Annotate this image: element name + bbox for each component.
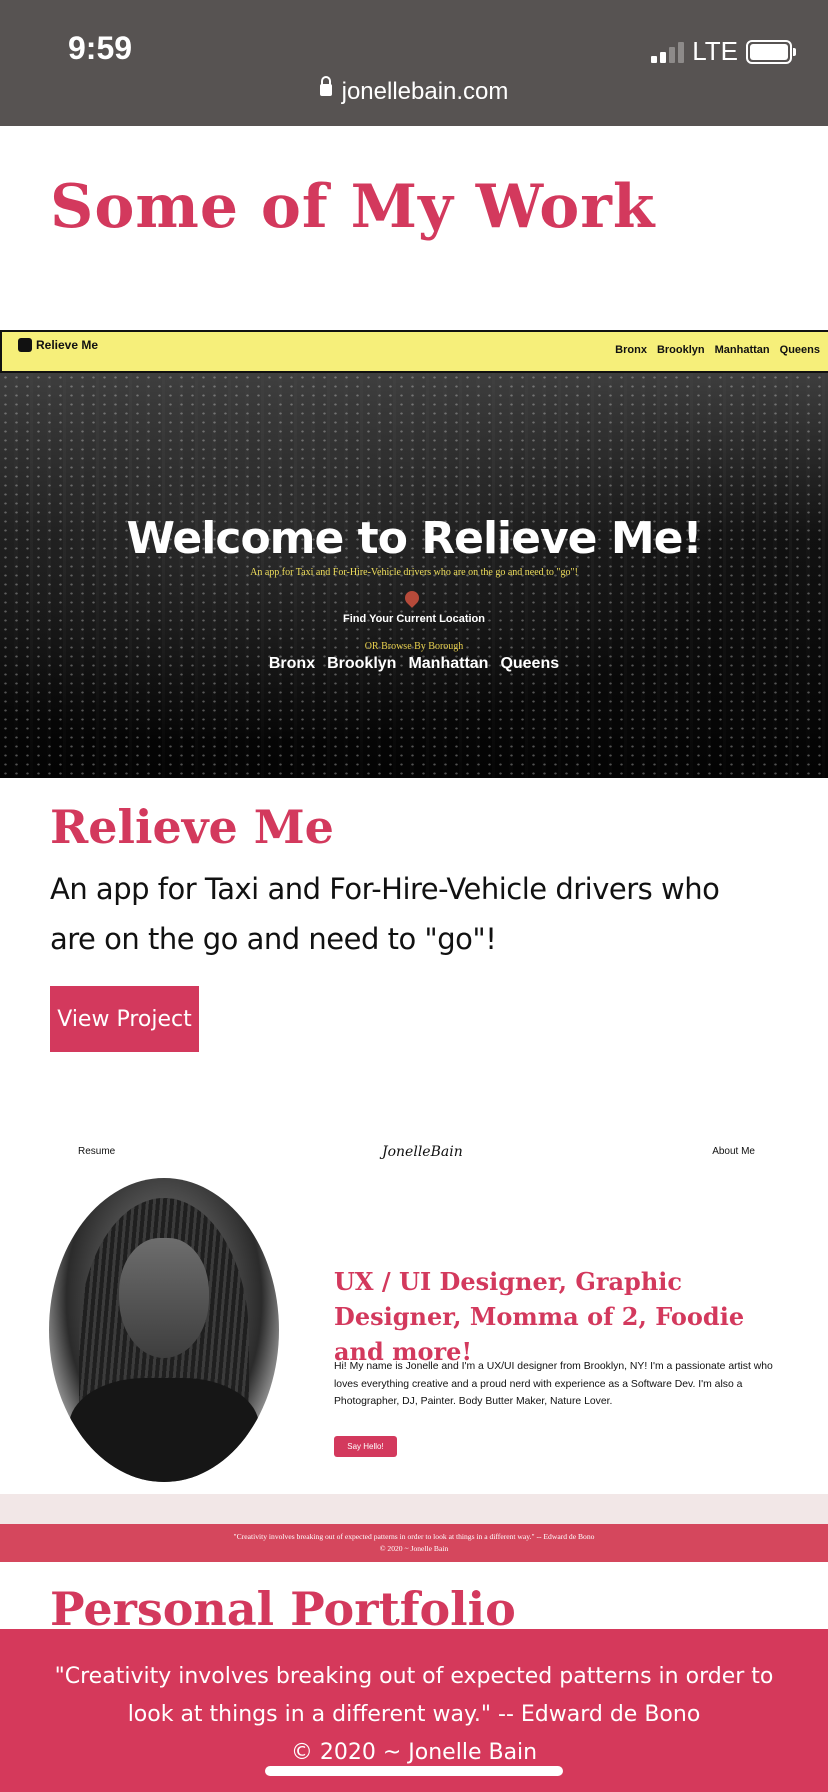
portfolio-heading: UX / UI Designer, Graphic Designer, Momm… <box>334 1267 745 1366</box>
nav-link-brooklyn: Brooklyn <box>656 344 705 356</box>
borough-bronx: Bronx <box>268 655 316 672</box>
lock-icon <box>319 75 332 96</box>
section-heading-portfolio: Personal Portfolio <box>50 1582 516 1636</box>
borough-manhattan: Manhattan <box>408 655 489 672</box>
relieve-me-nav-links: Bronx Brooklyn Manhattan Queens <box>615 344 820 356</box>
nav-link-manhattan: Manhattan <box>714 344 770 356</box>
portfolio-nav-resume: Resume <box>78 1146 116 1157</box>
nav-link-bronx: Bronx <box>615 344 647 356</box>
section-heading-work: Some of My Work <box>50 172 656 242</box>
battery-icon <box>746 39 796 64</box>
hero-subtitle: An app for Taxi and For-Hire-Vehicle dri… <box>250 567 578 578</box>
say-hello-button: Say Hello! <box>334 1436 397 1457</box>
portfolio-band <box>0 1494 828 1524</box>
nav-link-queens: Queens <box>779 344 820 356</box>
find-location-label: Find Your Current Location <box>343 613 485 625</box>
taxi-icon <box>18 338 32 352</box>
borough-brooklyn: Brooklyn <box>327 655 397 672</box>
footer-quote: "Creativity involves breaking out of exp… <box>54 1664 774 1727</box>
browse-label: OR Browse By Borough <box>364 641 464 652</box>
view-project-button[interactable]: View Project <box>50 986 199 1052</box>
portfolio-nav-about: About Me <box>712 1146 755 1157</box>
url-text: jonellebain.com <box>341 78 509 105</box>
browser-status-bar: 9:59 LTE jonellebain.com <box>0 0 828 126</box>
relieve-me-screenshot: Relieve Me Bronx Brooklyn Manhattan Quee… <box>0 330 828 778</box>
project-title: Relieve Me <box>50 800 334 854</box>
portfolio-footer-copyright: © 2020 ~ Jonelle Bain <box>379 1544 449 1553</box>
location-pin-icon <box>402 588 422 608</box>
project-description: An app for Taxi and For-Hire-Vehicle dri… <box>50 872 720 956</box>
portrait-photo <box>49 1178 279 1482</box>
portfolio-screenshot: Resume JonelleBain About Me UX / UI Desi… <box>0 1128 828 1562</box>
city-skyline-image: Welcome to Relieve Me! An app for Taxi a… <box>0 373 828 778</box>
portfolio-logo: JonelleBain <box>382 1144 463 1160</box>
network-type: LTE <box>692 36 738 66</box>
portfolio-footer: "Creativity involves breaking out of exp… <box>0 1524 828 1562</box>
borough-queens: Queens <box>500 655 560 672</box>
portfolio-bio: Hi! My name is Jonelle and I'm a UX/UI d… <box>334 1361 773 1407</box>
signal-icon <box>651 41 685 63</box>
clock: 9:59 <box>68 30 133 66</box>
home-indicator[interactable] <box>265 1766 563 1776</box>
portfolio-footer-quote: "Creativity involves breaking out of exp… <box>233 1532 595 1541</box>
relieve-me-navbar: Relieve Me Bronx Brooklyn Manhattan Quee… <box>0 330 828 373</box>
status-icons: LTE <box>651 36 796 67</box>
address-bar[interactable]: jonellebain.com <box>0 75 828 106</box>
hero-title: Welcome to Relieve Me! <box>126 513 702 564</box>
relieve-me-logo: Relieve Me <box>18 338 98 352</box>
borough-links: Bronx Brooklyn Manhattan Queens <box>0 655 828 673</box>
